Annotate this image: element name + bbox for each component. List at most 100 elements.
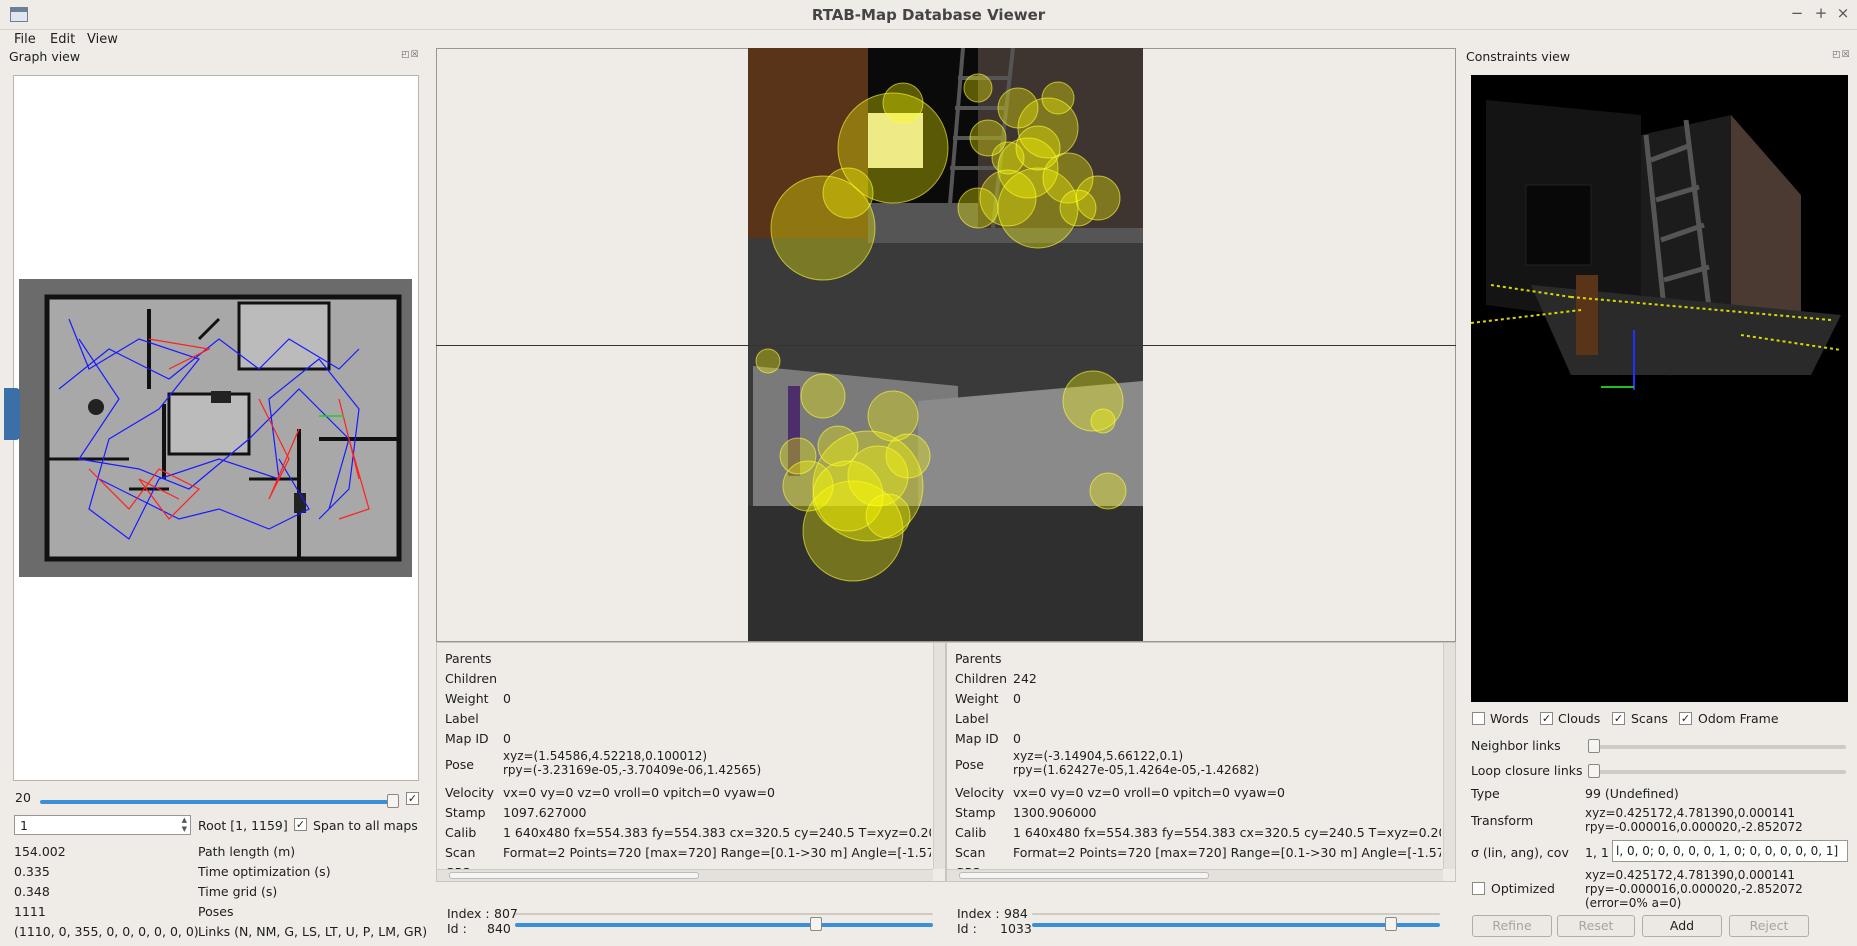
spin-arrows-icon: ▲ ▼ — [181, 816, 187, 833]
info-value: 0 — [503, 731, 511, 746]
neighbor-links-slider-handle[interactable] — [1588, 739, 1600, 753]
menu-file[interactable]: File — [14, 32, 36, 47]
add-button[interactable]: Add — [1642, 915, 1722, 937]
info-value: 1300.906000 — [1013, 805, 1097, 820]
info-key: Weight — [445, 691, 489, 706]
stat-label: Time optimization (s) — [198, 864, 331, 879]
scans-label: Scans — [1631, 711, 1668, 726]
neighbor-links-slider[interactable] — [1590, 745, 1846, 749]
span-all-maps-label: Span to all maps — [313, 818, 418, 833]
constraints-view-title: Constraints view — [1466, 49, 1571, 64]
stat-value: 154.002 — [14, 844, 66, 859]
words-label: Words — [1490, 711, 1529, 726]
info-key: Velocity — [955, 785, 1005, 800]
clouds-checkbox[interactable]: ✓ — [1540, 712, 1553, 725]
menu-edit[interactable]: Edit — [50, 32, 75, 47]
info-key: Pose — [955, 757, 984, 772]
occupancy-grid-map — [19, 279, 412, 577]
stat-value: (1110, 0, 355, 0, 0, 0, 0, 0, 0) — [14, 924, 199, 939]
menu-view[interactable]: View — [87, 32, 118, 47]
info-key: Parents — [445, 651, 492, 666]
constraints-3d-view[interactable] — [1470, 75, 1848, 702]
info-value: rpy=(-3.23169e-05,-3.70409e-06,1.42565) — [503, 763, 762, 777]
info-key: Map ID — [445, 731, 489, 746]
root-spinbox[interactable]: 1 ▲ ▼ — [14, 815, 191, 835]
right-index-slider-handle[interactable] — [1385, 917, 1398, 931]
info-value: rpy=(1.62427e-05,1.4264e-05,-1.42682) — [1013, 763, 1260, 777]
right-node-info-panel: Parents Children 242 Weight 0 Label Map … — [946, 642, 1456, 882]
info-key: Map ID — [955, 731, 999, 746]
graph-slider[interactable] — [40, 800, 394, 804]
info-horizontal-scrollbar[interactable] — [947, 869, 1443, 881]
stat-label: Time grid (s) — [198, 884, 278, 899]
close-icon[interactable]: × — [1834, 4, 1852, 22]
right-index-slider[interactable] — [1032, 923, 1440, 927]
info-value: vx=0 vy=0 vz=0 vroll=0 vpitch=0 vyaw=0 — [1013, 785, 1286, 800]
left-node-info-panel: Parents Children Weight 0 Label Map ID 0… — [436, 642, 946, 882]
optimized-xyz: xyz=0.425172,4.781390,0.000141 — [1585, 868, 1795, 882]
info-vertical-scrollbar[interactable] — [1443, 643, 1455, 869]
info-value: 242 — [1013, 671, 1037, 686]
right-index-slider-ticks — [1032, 913, 1440, 915]
span-all-maps-checkbox[interactable]: ✓ — [294, 818, 307, 831]
stat-value: 0.335 — [14, 864, 50, 879]
left-index-slider[interactable] — [515, 923, 933, 927]
info-horizontal-scrollbar[interactable] — [437, 869, 933, 881]
stat-label: Path length (m) — [198, 844, 296, 859]
words-checkbox[interactable] — [1472, 712, 1485, 725]
info-key: Weight — [955, 691, 999, 706]
reset-button[interactable]: Reset — [1557, 915, 1635, 937]
info-value: vx=0 vy=0 vz=0 vroll=0 vpitch=0 vyaw=0 — [503, 785, 776, 800]
info-value: 0 — [503, 691, 511, 706]
graph-slider-checkbox[interactable]: ✓ — [406, 792, 419, 805]
info-key: Calib — [445, 825, 477, 840]
graph-slider-handle[interactable] — [387, 794, 399, 808]
info-value: 0 — [1013, 731, 1021, 746]
top-camera-image — [748, 48, 1143, 345]
covariance-input[interactable]: l, 0, 0; 0, 0, 0, 0, 1, 0; 0, 0, 0, 0, 0… — [1612, 840, 1848, 862]
menu-bar: File Edit View — [0, 30, 1857, 50]
info-key: Scan — [955, 845, 986, 860]
scans-checkbox[interactable]: ✓ — [1612, 712, 1625, 725]
stat-value: 1111 — [14, 904, 46, 919]
left-id-value: 840 — [487, 921, 511, 936]
dock-float-close-icon[interactable]: ◰☒ — [1832, 50, 1851, 60]
info-vertical-scrollbar[interactable] — [933, 643, 945, 869]
info-key: Pose — [445, 757, 474, 772]
info-key: Children — [955, 671, 1008, 686]
info-value: xyz=(1.54586,4.52218,0.100012) — [503, 749, 708, 763]
stat-label: Poses — [198, 904, 234, 919]
graph-slider-value: 20 — [15, 790, 31, 805]
info-key: Stamp — [445, 805, 486, 820]
side-panel-handle[interactable] — [4, 388, 20, 440]
info-key: Label — [955, 711, 989, 726]
info-key: Label — [445, 711, 479, 726]
stat-label: Links (N, NM, G, LS, LT, U, P, LM, GR) — [198, 924, 428, 939]
right-index-value: 984 — [1004, 906, 1028, 921]
maximize-icon[interactable]: + — [1812, 4, 1830, 22]
right-id-label: Id : — [957, 921, 977, 936]
info-value: xyz=(-3.14904,5.66122,0.1) — [1013, 749, 1184, 763]
reject-button[interactable]: Reject — [1729, 915, 1809, 937]
neighbor-links-label: Neighbor links — [1471, 738, 1561, 753]
info-value: Format=2 Points=720 [max=720] Range=[0.1… — [1013, 845, 1441, 860]
info-key: Stamp — [955, 805, 996, 820]
left-index-slider-handle[interactable] — [809, 917, 822, 931]
dock-float-close-icon[interactable]: ◰☒ — [401, 50, 420, 60]
refine-button[interactable]: Refine — [1472, 915, 1552, 937]
optimized-checkbox[interactable] — [1472, 882, 1485, 895]
loop-closure-links-slider-handle[interactable] — [1588, 764, 1600, 778]
info-key: Calib — [955, 825, 987, 840]
type-value: 99 (Undefined) — [1585, 786, 1679, 801]
loop-closure-links-slider[interactable] — [1590, 770, 1846, 774]
right-index-label: Index : — [957, 906, 1000, 921]
root-label: Root [1, 1159] — [198, 818, 288, 833]
clouds-label: Clouds — [1558, 711, 1601, 726]
info-key: Velocity — [445, 785, 495, 800]
minimize-icon[interactable]: − — [1788, 4, 1806, 22]
info-value: 0 — [1013, 691, 1021, 706]
loop-closure-links-label: Loop closure links — [1471, 763, 1583, 778]
title-bar: RTAB-Map Database Viewer − + × — [0, 0, 1857, 30]
optimized-error: (error=0% a=0) — [1585, 896, 1682, 910]
odom-frame-checkbox[interactable]: ✓ — [1679, 712, 1692, 725]
